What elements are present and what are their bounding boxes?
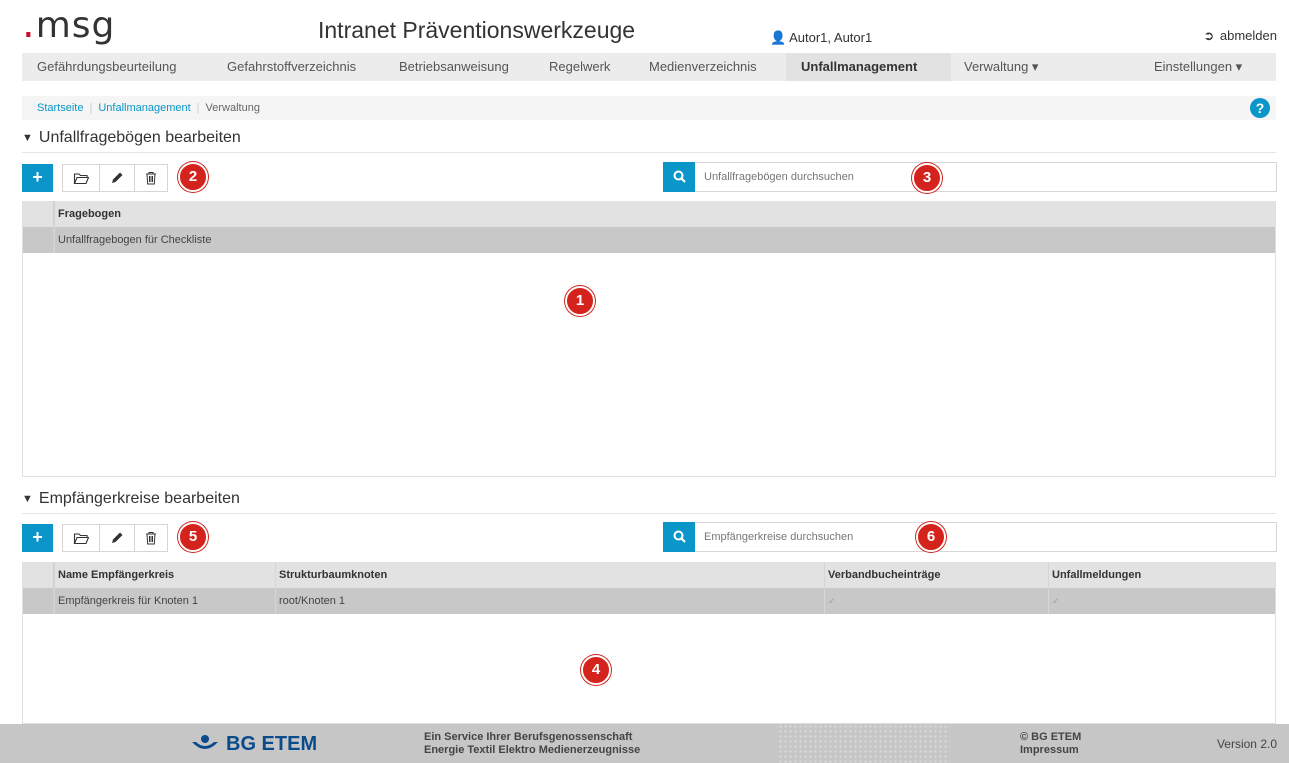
logout-link[interactable]: ➲ abmelden (1203, 28, 1277, 44)
page-footer: BG ETEM Ein Service Ihrer Berufsgenossen… (0, 724, 1289, 763)
search-input-empfaengerkreise[interactable] (704, 527, 1264, 547)
add-button[interactable]: + (22, 524, 53, 552)
callout-badge-6: 6 (916, 522, 946, 552)
search-icon (673, 170, 686, 183)
user-name: Autor1, Autor1 (789, 30, 873, 45)
pencil-icon (112, 172, 123, 183)
trash-icon (146, 172, 156, 185)
grid-header: Fragebogen (23, 201, 1275, 227)
add-button[interactable]: + (22, 164, 53, 192)
main-navbar: Gefährdungsbeurteilung Gefahrstoffverzei… (22, 53, 1276, 81)
nav-unfallmanagement[interactable]: Unfallmanagement (786, 53, 951, 81)
delete-button[interactable] (134, 164, 168, 192)
nav-einstellungen-dropdown[interactable]: Einstellungen ▾ (1154, 53, 1242, 81)
cell-name: Empfängerkreis für Knoten 1 (54, 588, 275, 614)
user-info: 👤 Autor1, Autor1 (770, 30, 872, 46)
footer-dot-pattern (778, 724, 950, 763)
search-unfallfrageboegen (663, 162, 1277, 192)
search-button[interactable] (663, 522, 695, 552)
callout-badge-3: 3 (912, 163, 942, 193)
pencil-icon (112, 532, 123, 543)
grid-unfallfrageboegen: Fragebogen Unfallfragebogen für Checklis… (22, 201, 1276, 477)
logout-icon: ➲ (1203, 28, 1215, 43)
footer-copyright: © BG ETEM Impressum (1020, 731, 1082, 757)
column-header-verbandbucheintraege[interactable]: Verbandbucheinträge (824, 562, 1048, 588)
column-header-fragebogen[interactable]: Fragebogen (54, 201, 1276, 227)
table-row[interactable]: Empfängerkreis für Knoten 1 root/Knoten … (23, 588, 1275, 614)
collapse-triangle-icon: ▼ (22, 132, 33, 144)
table-row[interactable]: Unfallfragebogen für Checkliste (23, 227, 1275, 253)
trash-icon (146, 532, 156, 545)
callout-badge-5: 5 (178, 522, 208, 552)
user-icon: 👤 (770, 30, 787, 45)
checkbox-unfallmeldungen[interactable]: ✓ (1048, 588, 1276, 614)
app-header: .msg Intranet Präventionswerkzeuge 👤 Aut… (0, 0, 1289, 48)
column-header-strukturbaumknoten[interactable]: Strukturbaumknoten (275, 562, 824, 588)
column-header-unfallmeldungen[interactable]: Unfallmeldungen (1048, 562, 1276, 588)
help-icon[interactable]: ? (1250, 98, 1270, 118)
msg-logo: .msg (22, 1, 116, 47)
section-unfallfrageboegen-header[interactable]: ▼ Unfallfragebögen bearbeiten (22, 127, 1276, 153)
search-input-unfallfrageboegen[interactable] (704, 167, 1264, 187)
open-button[interactable] (62, 524, 100, 552)
breadcrumb: Startseite | Unfallmanagement | Verwaltung ? (22, 96, 1276, 120)
grid-empfaengerkreise: Name Empfängerkreis Strukturbaumknoten V… (22, 562, 1276, 724)
collapse-triangle-icon: ▼ (22, 493, 33, 505)
delete-button[interactable] (134, 524, 168, 552)
cell-fragebogen: Unfallfragebogen für Checkliste (54, 227, 1276, 253)
nav-betriebsanweisung[interactable]: Betriebsanweisung (399, 53, 509, 81)
callout-badge-2: 2 (178, 162, 208, 192)
nav-gefahrstoffverzeichnis[interactable]: Gefahrstoffverzeichnis (227, 53, 356, 81)
nav-medienverzeichnis[interactable]: Medienverzeichnis (649, 53, 757, 81)
app-title: Intranet Präventionswerkzeuge (318, 17, 636, 43)
nav-gefaehrdungsbeurteilung[interactable]: Gefährdungsbeurteilung (37, 53, 177, 81)
breadcrumb-unfallmanagement[interactable]: Unfallmanagement (98, 102, 190, 114)
search-button[interactable] (663, 162, 695, 192)
edit-button[interactable] (99, 524, 135, 552)
impressum-link[interactable]: Impressum (1020, 744, 1081, 757)
open-folder-icon (73, 533, 90, 545)
nav-verwaltung-dropdown[interactable]: Verwaltung ▾ (964, 53, 1038, 81)
search-icon (673, 530, 686, 543)
nav-regelwerk[interactable]: Regelwerk (549, 53, 610, 81)
callout-badge-4: 4 (581, 655, 611, 685)
bg-etem-logo-mark-icon (192, 735, 218, 749)
open-folder-icon (73, 173, 90, 185)
cell-strukturbaumknoten: root/Knoten 1 (275, 588, 824, 614)
breadcrumb-current: Verwaltung (205, 102, 260, 114)
grid-header: Name Empfängerkreis Strukturbaumknoten V… (23, 562, 1275, 588)
edit-button[interactable] (99, 164, 135, 192)
checkbox-verbandbucheintraege[interactable]: ✓ (824, 588, 1048, 614)
section-empfaengerkreise-header[interactable]: ▼ Empfängerkreise bearbeiten (22, 488, 1276, 514)
search-empfaengerkreise (663, 522, 1277, 552)
footer-service-text: Ein Service Ihrer Berufsgenossenschaft E… (424, 731, 641, 756)
open-button[interactable] (62, 164, 100, 192)
callout-badge-1: 1 (565, 286, 595, 316)
version-label: Version 2.0 (1216, 737, 1277, 751)
column-header-name[interactable]: Name Empfängerkreis (54, 562, 275, 588)
breadcrumb-startseite[interactable]: Startseite (37, 102, 83, 114)
